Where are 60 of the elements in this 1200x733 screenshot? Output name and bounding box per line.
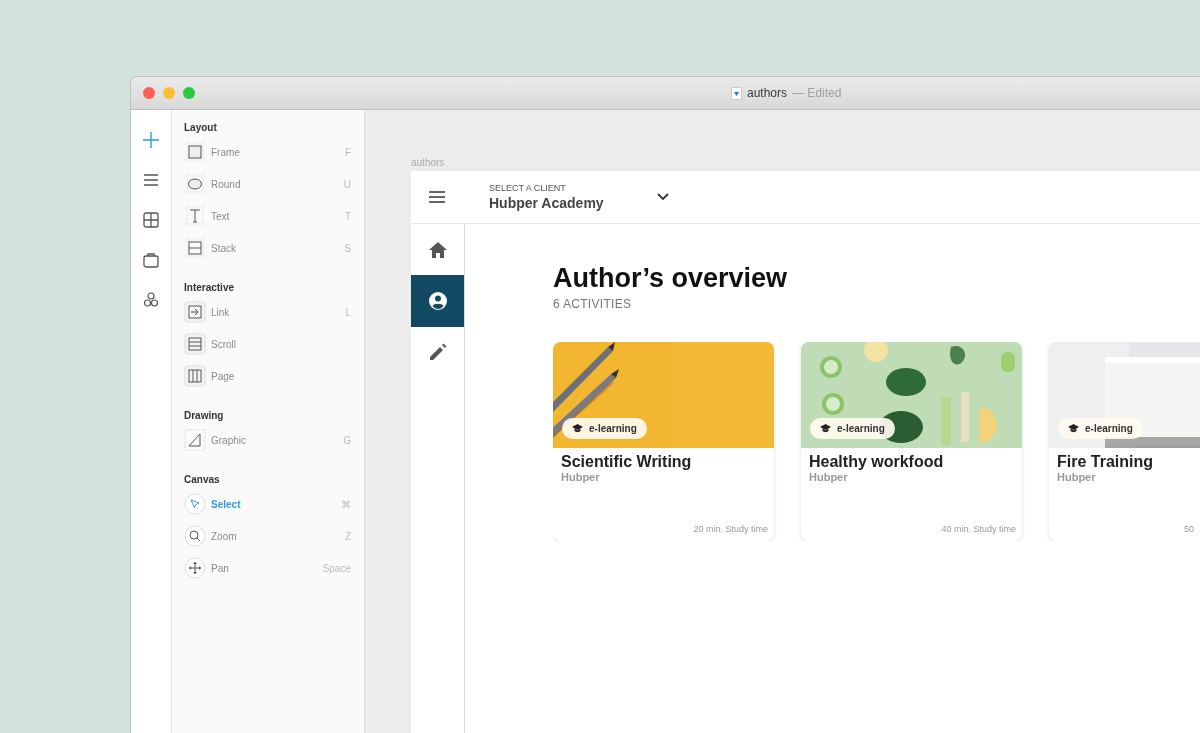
pencil-icon xyxy=(427,342,448,362)
card-title: Scientific Writing xyxy=(560,452,693,471)
document-icon xyxy=(731,86,742,100)
frame-icon xyxy=(184,141,206,163)
graduation-cap-icon xyxy=(1068,424,1079,433)
card-author: Hubper xyxy=(1056,471,1097,483)
scroll-icon xyxy=(184,333,206,355)
bag-icon[interactable] xyxy=(142,251,160,269)
cursor-icon xyxy=(184,493,206,515)
ellipse-icon xyxy=(184,173,206,195)
text-icon xyxy=(184,205,206,227)
tool-item[interactable]: Select ⌘ xyxy=(184,488,351,520)
activity-count: 6 ACTIVITIES xyxy=(553,297,632,311)
section-heading: Interactive xyxy=(184,281,235,295)
section-heading: Layout xyxy=(184,121,217,135)
graduation-cap-icon xyxy=(820,424,831,433)
menu-icon[interactable] xyxy=(142,171,160,189)
circles-icon[interactable] xyxy=(142,291,160,309)
category-badge: e-learning xyxy=(810,418,895,439)
tool-item[interactable]: Pan Space xyxy=(184,552,351,584)
tool-item[interactable]: Round U xyxy=(184,168,351,200)
study-time: 50 xyxy=(1184,524,1194,534)
search-icon xyxy=(184,525,206,547)
study-time: 40 min. Study time xyxy=(941,524,1016,534)
tool-item[interactable]: Text T xyxy=(184,200,351,232)
tool-item[interactable]: Frame F xyxy=(184,136,351,168)
link-icon xyxy=(184,301,206,323)
grid-icon[interactable] xyxy=(142,211,160,229)
tool-item[interactable]: Stack S xyxy=(184,232,351,264)
tool-item[interactable]: Zoom Z xyxy=(184,520,351,552)
window-title: authors xyxy=(747,86,788,100)
tool-item[interactable]: Graphic G xyxy=(184,424,351,456)
profile-icon xyxy=(427,291,448,311)
study-time: 20 min. Study time xyxy=(693,524,768,534)
graduation-cap-icon xyxy=(572,424,583,433)
move-icon xyxy=(184,557,206,579)
edited-status: — Edited xyxy=(792,86,842,100)
category-badge: e-learning xyxy=(1058,418,1143,439)
card-author: Hubper xyxy=(808,471,849,483)
client-label: SELECT A CLIENT xyxy=(489,182,567,194)
category-badge: e-learning xyxy=(562,418,647,439)
columns-icon xyxy=(184,365,206,387)
card-title: Fire Training xyxy=(1056,452,1154,471)
card-author: Hubper xyxy=(560,471,601,483)
tool-item[interactable]: Page xyxy=(184,360,351,392)
page-title: Author’s overview xyxy=(553,262,788,294)
client-name[interactable]: Hubper Academy xyxy=(489,193,604,212)
activity-card[interactable]: e-learning Healthy workfood Hubper 40 min. Study time xyxy=(801,342,1022,541)
section-heading: Drawing xyxy=(184,409,224,423)
menu-icon[interactable] xyxy=(428,188,446,206)
activity-card[interactable]: e-learning Fire Training Hubper 50 xyxy=(1049,342,1200,541)
frame-label: authors xyxy=(411,156,445,170)
nav-item[interactable] xyxy=(411,275,464,327)
tool-item[interactable]: Scroll xyxy=(184,328,351,360)
stack-icon xyxy=(184,237,206,259)
home-icon xyxy=(427,240,448,260)
section-heading: Canvas xyxy=(184,473,220,487)
card-title: Healthy workfood xyxy=(808,452,945,471)
chevron-down-icon[interactable] xyxy=(656,193,669,201)
activity-card[interactable]: e-learning Scientific Writing Hubper 20 min. Study time xyxy=(553,342,774,541)
